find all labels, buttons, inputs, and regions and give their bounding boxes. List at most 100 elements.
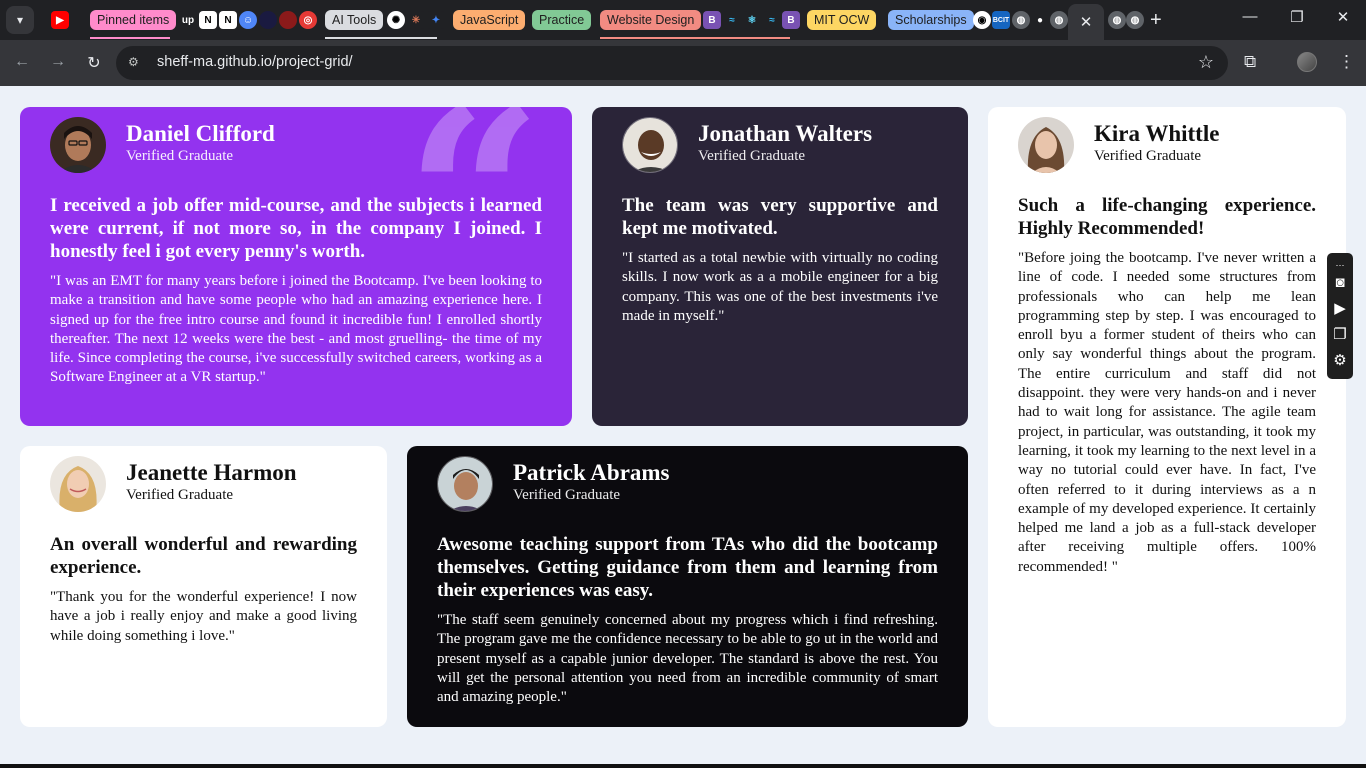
tab-strip: ▾ ▶ Pinned items up N N ☺ ◎ AI Tools ✺ ✳… bbox=[0, 0, 1366, 40]
copy-icon[interactable]: ❐ bbox=[1330, 325, 1350, 345]
github-icon[interactable]: ● bbox=[1031, 11, 1049, 29]
globe-icon[interactable]: ◍ bbox=[1126, 11, 1144, 29]
maximize-icon[interactable]: ❐ bbox=[1285, 8, 1309, 26]
upwork-icon[interactable]: up bbox=[179, 11, 197, 29]
testimonial-author: Kira Whittle Verified Graduate bbox=[1018, 117, 1219, 173]
testimonial-card-kira: Kira Whittle Verified Graduate Such a li… bbox=[988, 107, 1346, 727]
testimonial-headline: I received a job offer mid-course, and t… bbox=[50, 195, 542, 262]
globe-icon[interactable]: ◍ bbox=[1050, 11, 1068, 29]
tab-group-underline bbox=[600, 37, 790, 39]
extensions-icon[interactable]: ⧉ bbox=[1244, 52, 1256, 72]
site-icon[interactable]: ☺ bbox=[239, 11, 257, 29]
avatar bbox=[50, 456, 106, 512]
camera-icon[interactable]: ◙ bbox=[1330, 273, 1350, 293]
author-name: Kira Whittle bbox=[1094, 121, 1220, 146]
site-info-icon[interactable]: ⚙ bbox=[128, 55, 144, 71]
avatar bbox=[437, 456, 493, 512]
author-role: Verified Graduate bbox=[1094, 148, 1202, 164]
gemini-icon[interactable]: ✦ bbox=[427, 11, 445, 29]
testimonial-card-jeanette: Jeanette Harmon Verified Graduate An ove… bbox=[20, 446, 387, 727]
testimonial-body: "Before joing the bootcamp. I've never w… bbox=[1018, 250, 1316, 575]
tab-group-label: JavaScript bbox=[460, 13, 519, 27]
testimonial-headline: The team was very supportive and kept me… bbox=[622, 195, 938, 239]
openai-icon[interactable]: ✺ bbox=[387, 11, 405, 29]
author-name: Jeanette Harmon bbox=[126, 460, 297, 485]
chrome-icon[interactable]: ◉ bbox=[973, 11, 991, 29]
globe-icon[interactable]: ◍ bbox=[1108, 11, 1126, 29]
tab-group-mit-ocw[interactable]: MIT OCW bbox=[807, 10, 877, 30]
address-bar[interactable]: ⚙ sheff-ma.github.io/project-grid/ ☆ bbox=[116, 46, 1228, 80]
tab-group-pinned[interactable]: Pinned items bbox=[90, 10, 177, 30]
react-icon[interactable]: ⚛ bbox=[743, 11, 761, 29]
testimonial-body: "I was an EMT for many years before i jo… bbox=[50, 273, 542, 386]
bootstrap-icon[interactable]: B bbox=[703, 11, 721, 29]
globe-icon[interactable]: ◍ bbox=[1012, 11, 1030, 29]
author-name: Daniel Clifford bbox=[126, 121, 275, 146]
tab-group-ai-tools[interactable]: AI Tools bbox=[325, 10, 384, 30]
testimonial-body: "The staff seem genuinely concerned abou… bbox=[437, 612, 938, 706]
avatar bbox=[622, 117, 678, 173]
testimonial-card-patrick: Patrick Abrams Verified Graduate Awesome… bbox=[407, 446, 968, 727]
back-arrow-icon[interactable]: ← bbox=[12, 53, 32, 71]
reload-icon[interactable]: ↻ bbox=[84, 53, 104, 73]
tab-group-label: Scholarships bbox=[895, 13, 967, 27]
author-role: Verified Graduate bbox=[126, 487, 234, 503]
testimonial-headline: Awesome teaching support from TAs who di… bbox=[437, 534, 938, 601]
tailwind-icon[interactable]: ≈ bbox=[723, 11, 741, 29]
notion-icon[interactable]: N bbox=[219, 11, 237, 29]
active-tab-close-icon[interactable]: ✕ bbox=[1068, 4, 1104, 40]
author-name: Patrick Abrams bbox=[513, 460, 670, 485]
url-text[interactable]: sheff-ma.github.io/project-grid/ bbox=[157, 54, 353, 70]
menu-kebab-icon[interactable]: ⋮ bbox=[1338, 52, 1355, 72]
new-tab-plus-icon[interactable]: + bbox=[1150, 9, 1162, 31]
browser-toolbar: ← → ↻ ⚙ sheff-ma.github.io/project-grid/… bbox=[0, 40, 1366, 86]
tab-group-underline bbox=[90, 37, 170, 39]
testimonial-author: Jeanette Harmon Verified Graduate bbox=[50, 456, 297, 512]
avatar bbox=[1018, 117, 1074, 173]
window-close-icon[interactable]: ✕ bbox=[1331, 8, 1355, 26]
tab-group-label: Website Design bbox=[607, 13, 695, 27]
site-icon[interactable]: ◎ bbox=[299, 11, 317, 29]
testimonial-author: Daniel Clifford Verified Graduate bbox=[50, 117, 275, 173]
notion-icon[interactable]: N bbox=[199, 11, 217, 29]
floating-capture-toolbar: ⋯ ◙ ▶ ❐ ⚙ bbox=[1327, 253, 1353, 379]
tab-group-underline bbox=[325, 37, 437, 39]
testimonial-body: "Thank you for the wonderful experience!… bbox=[50, 589, 357, 644]
tab-group-label: Practice bbox=[539, 13, 585, 27]
tab-search-button[interactable]: ▾ bbox=[6, 6, 34, 34]
avatar bbox=[50, 117, 106, 173]
settings-gear-icon[interactable]: ⚙ bbox=[1330, 351, 1350, 371]
testimonial-card-jonathan: Jonathan Walters Verified Graduate The t… bbox=[592, 107, 968, 426]
site-icon[interactable] bbox=[279, 11, 297, 29]
testimonial-author: Patrick Abrams Verified Graduate bbox=[437, 456, 670, 512]
bootstrap-icon[interactable]: B bbox=[782, 11, 800, 29]
tab-group-website-design[interactable]: Website Design bbox=[600, 10, 702, 30]
tab-group-label: MIT OCW bbox=[814, 13, 870, 27]
tab-group-practice[interactable]: Practice bbox=[532, 10, 592, 30]
tab-group-label: Pinned items bbox=[97, 13, 170, 27]
bcit-icon[interactable]: BCIT bbox=[992, 11, 1010, 29]
more-icon[interactable]: ⋯ bbox=[1330, 255, 1350, 275]
tailwind-icon[interactable]: ≈ bbox=[763, 11, 781, 29]
testimonial-headline: Such a life-changing experience. Highly … bbox=[1018, 195, 1316, 239]
testimonial-card-daniel: “ Daniel Clifford Verified Graduate I re… bbox=[20, 107, 572, 426]
profile-avatar[interactable] bbox=[1297, 52, 1317, 72]
claude-icon[interactable]: ✳ bbox=[407, 11, 425, 29]
bookmark-star-icon[interactable]: ☆ bbox=[1198, 52, 1214, 73]
minimize-icon[interactable]: — bbox=[1238, 8, 1262, 25]
testimonial-author: Jonathan Walters Verified Graduate bbox=[622, 117, 872, 173]
tab-group-label: AI Tools bbox=[332, 13, 377, 27]
author-role: Verified Graduate bbox=[126, 148, 234, 164]
author-role: Verified Graduate bbox=[513, 487, 621, 503]
forward-arrow-icon[interactable]: → bbox=[48, 53, 68, 71]
video-icon[interactable]: ▶ bbox=[1330, 299, 1350, 319]
testimonial-body: "I started as a total newbie with virtua… bbox=[622, 250, 938, 324]
youtube-icon[interactable]: ▶ bbox=[51, 11, 69, 29]
taskbar-edge bbox=[0, 764, 1366, 768]
author-role: Verified Graduate bbox=[698, 148, 806, 164]
tab-group-scholarships[interactable]: Scholarships bbox=[888, 10, 974, 30]
testimonial-headline: An overall wonderful and rewarding exper… bbox=[50, 534, 357, 578]
tab-group-javascript[interactable]: JavaScript bbox=[453, 10, 526, 30]
author-name: Jonathan Walters bbox=[698, 121, 873, 146]
site-icon[interactable] bbox=[259, 11, 277, 29]
